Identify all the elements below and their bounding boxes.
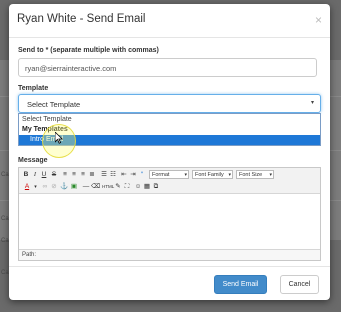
cancel-button[interactable]: Cancel — [280, 275, 319, 294]
modal-footer-divider — [9, 266, 330, 267]
clean-code-icon[interactable]: ✎ — [114, 182, 122, 192]
remove-format-icon[interactable]: ⌫ — [91, 182, 100, 192]
template-label: Template — [18, 85, 49, 92]
font-family-select[interactable]: Font Family ▾ — [192, 170, 233, 179]
chevron-down-icon: ▾ — [269, 172, 272, 178]
template-selected-value: Select Template — [27, 100, 81, 109]
bullet-list-icon[interactable]: ☰ — [100, 170, 108, 180]
chevron-down-icon: ▾ — [184, 172, 187, 178]
modal-header: Ryan White - Send Email × — [9, 4, 330, 38]
html-source-icon[interactable]: HTML — [102, 182, 114, 192]
mouse-pointer-icon — [55, 132, 63, 144]
indent-icon[interactable]: ⇥ — [129, 170, 137, 180]
editor-toolbar: B I U S ≡ ≡ ≡ ≣ ☰ ☷ ⇤ ⇥ “ Format ▾ Font F… — [19, 168, 320, 194]
fullscreen-icon[interactable]: ⛶ — [123, 182, 131, 192]
strikethrough-icon[interactable]: S — [50, 170, 58, 180]
align-center-icon[interactable]: ≡ — [70, 170, 78, 180]
table-icon[interactable]: ▦ — [143, 182, 151, 192]
text-color-icon[interactable]: A — [22, 182, 32, 192]
anchor-icon[interactable]: ⚓ — [60, 182, 68, 192]
message-editor: B I U S ≡ ≡ ≡ ≣ ☰ ☷ ⇤ ⇥ “ Format ▾ Font F… — [18, 167, 321, 261]
numbered-list-icon[interactable]: ☷ — [109, 170, 117, 180]
merge-field-icon[interactable]: ⧉ — [152, 182, 160, 192]
bold-icon[interactable]: B — [22, 170, 30, 180]
font-size-select-label: Font Size — [239, 172, 263, 178]
send-to-label: Send to * (separate multiple with commas… — [18, 47, 159, 54]
underline-icon[interactable]: U — [40, 170, 48, 180]
link-icon[interactable]: ∞ — [41, 182, 49, 192]
image-icon[interactable]: ▣ — [70, 182, 78, 192]
template-select[interactable]: Select Template ▾ — [18, 94, 321, 113]
unlink-icon[interactable]: ⊘ — [50, 182, 58, 192]
close-icon[interactable]: × — [315, 13, 322, 27]
chevron-down-icon: ▾ — [228, 172, 231, 178]
format-select-label: Format — [152, 172, 170, 178]
align-left-icon[interactable]: ≡ — [61, 170, 69, 180]
chevron-down-icon[interactable]: ▾ — [33, 182, 38, 192]
editor-path-bar: Path: — [19, 249, 320, 260]
format-select[interactable]: Format ▾ — [149, 170, 189, 179]
dropdown-option[interactable]: Select Template — [19, 115, 320, 125]
path-label: Path: — [22, 252, 37, 258]
send-to-field[interactable]: ryan@sierrainteractive.com — [18, 58, 317, 77]
send-email-button[interactable]: Send Email — [214, 275, 267, 294]
outdent-icon[interactable]: ⇤ — [120, 170, 128, 180]
emoticon-icon[interactable]: ☺ — [134, 182, 142, 192]
message-body-input[interactable] — [19, 195, 320, 249]
chevron-down-icon: ▾ — [310, 100, 314, 106]
align-right-icon[interactable]: ≡ — [79, 170, 87, 180]
send-to-value: ryan@sierrainteractive.com — [25, 64, 117, 73]
modal-title: Ryan White - Send Email — [17, 13, 146, 25]
italic-icon[interactable]: I — [31, 170, 39, 180]
message-label: Message — [18, 157, 48, 164]
font-family-select-label: Font Family — [195, 172, 224, 178]
align-justify-icon[interactable]: ≣ — [88, 170, 96, 180]
horizontal-rule-icon[interactable]: — — [82, 182, 90, 192]
blockquote-icon[interactable]: “ — [138, 170, 146, 180]
font-size-select[interactable]: Font Size ▾ — [236, 170, 274, 179]
